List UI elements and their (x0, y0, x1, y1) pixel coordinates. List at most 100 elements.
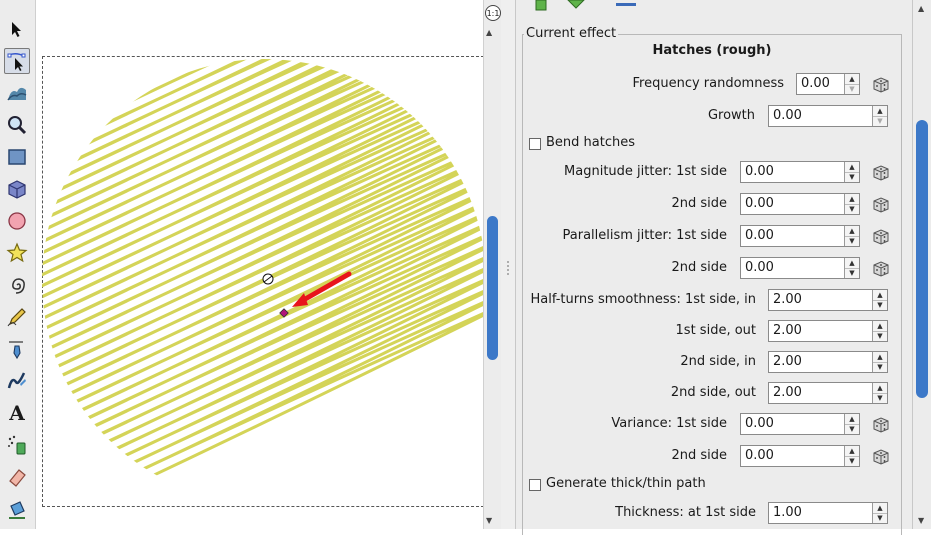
half-turns-2nd-out-value[interactable]: 2.00 (769, 383, 872, 403)
decrement-icon[interactable]: ▼ (873, 392, 887, 404)
paint-bucket-tool[interactable] (4, 496, 30, 522)
text-tool[interactable]: A (4, 400, 30, 426)
decrement-icon[interactable]: ▼ (873, 115, 887, 127)
3d-box-tool[interactable] (4, 176, 30, 202)
selector-tool[interactable] (4, 16, 30, 42)
ellipse-tool[interactable] (4, 208, 30, 234)
panel-vertical-scrollbar[interactable]: ▲ ▼ (912, 0, 931, 529)
growth-spinbutton[interactable]: 0.00 ▲ ▼ (768, 105, 888, 127)
effect-icon[interactable] (535, 0, 547, 11)
generate-thick-thin-checkbox[interactable] (529, 479, 541, 491)
half-turns-1st-out-spinbutton[interactable]: 2.00 ▲ ▼ (768, 320, 888, 342)
parallelism-jitter-1st-spinbutton[interactable]: 0.00 ▲ ▼ (740, 225, 860, 247)
effect-list-icon[interactable] (616, 3, 636, 6)
half-turns-2nd-in-spinbutton[interactable]: 2.00 ▲ ▼ (768, 351, 888, 373)
text-tool-icon: A (9, 401, 25, 425)
increment-icon[interactable]: ▲ (845, 446, 859, 456)
growth-value[interactable]: 0.00 (769, 106, 872, 126)
decrement-icon[interactable]: ▼ (845, 171, 859, 183)
increment-icon[interactable]: ▲ (873, 503, 887, 513)
half-turns-1st-out-value[interactable]: 2.00 (769, 321, 872, 341)
effect-down-icon[interactable] (567, 0, 585, 9)
tweak-tool[interactable] (4, 80, 30, 106)
canvas-vertical-scrollbar[interactable] (483, 0, 502, 529)
variance-2nd-spinbutton[interactable]: 0.00 ▲ ▼ (740, 445, 860, 467)
randomize-dice-icon[interactable] (872, 195, 890, 213)
magnitude-jitter-2nd-value[interactable]: 0.00 (741, 194, 844, 214)
increment-icon[interactable]: ▲ (845, 162, 859, 172)
panel-scroll-down-icon[interactable]: ▼ (918, 516, 924, 525)
decrement-icon[interactable]: ▼ (845, 267, 859, 279)
spiral-tool[interactable] (4, 272, 30, 298)
variance-1st-value[interactable]: 0.00 (741, 414, 844, 434)
decrement-icon[interactable]: ▼ (873, 512, 887, 524)
tweak-tool-icon (7, 87, 27, 101)
bend-hatches-checkbox[interactable] (529, 138, 541, 150)
increment-icon[interactable]: ▲ (873, 321, 887, 331)
decrement-icon[interactable]: ▼ (873, 299, 887, 311)
parallelism-jitter-2nd-spinbutton[interactable]: 0.00 ▲ ▼ (740, 257, 860, 279)
magnitude-jitter-1st-label: Magnitude jitter: 1st side (564, 164, 727, 179)
magnitude-jitter-1st-spinbutton[interactable]: 0.00 ▲ ▼ (740, 161, 860, 183)
decrement-icon[interactable]: ▼ (845, 235, 859, 247)
decrement-icon[interactable]: ▼ (873, 361, 887, 373)
decrement-icon[interactable]: ▼ (845, 203, 859, 215)
increment-icon[interactable]: ▲ (873, 383, 887, 393)
thickness-1st-spinbutton[interactable]: 1.00 ▲ ▼ (768, 502, 888, 524)
increment-icon[interactable]: ▲ (845, 258, 859, 268)
randomize-dice-icon[interactable] (872, 415, 890, 433)
half-turns-1st-in-spinbutton[interactable]: 2.00 ▲ ▼ (768, 289, 888, 311)
magnitude-jitter-1st-value[interactable]: 0.00 (741, 162, 844, 182)
rectangle-tool[interactable] (4, 144, 30, 170)
variance-1st-spinbutton[interactable]: 0.00 ▲ ▼ (740, 413, 860, 435)
panel-splitter[interactable] (501, 0, 515, 529)
node-tool-icon (7, 52, 26, 71)
generate-thick-thin-label[interactable]: Generate thick/thin path (546, 476, 706, 491)
star-tool[interactable] (4, 240, 30, 266)
frequency-randomness-value[interactable]: 0.00 (797, 74, 844, 94)
randomize-dice-icon[interactable] (872, 227, 890, 245)
magnitude-jitter-2nd-spinbutton[interactable]: 0.00 ▲ ▼ (740, 193, 860, 215)
randomize-dice-icon[interactable] (872, 447, 890, 465)
bend-hatches-label[interactable]: Bend hatches (546, 135, 635, 150)
drawing-canvas[interactable] (36, 0, 483, 529)
decrement-icon[interactable]: ▼ (845, 423, 859, 435)
scroll-down-icon[interactable]: ▼ (486, 516, 492, 525)
randomize-dice-icon[interactable] (872, 259, 890, 277)
spray-tool-icon (8, 435, 26, 455)
eraser-tool[interactable] (4, 464, 30, 490)
half-turns-2nd-out-spinbutton[interactable]: 2.00 ▲ ▼ (768, 382, 888, 404)
eraser-tool-icon (9, 469, 26, 487)
panel-scroll-thumb[interactable] (916, 120, 928, 398)
increment-icon[interactable]: ▲ (845, 414, 859, 424)
frequency-randomness-spinbutton[interactable]: 0.00 ▲ ▼ (796, 73, 860, 95)
canvas-scroll-thumb[interactable] (487, 216, 498, 360)
increment-icon[interactable]: ▲ (873, 106, 887, 116)
panel-scroll-up-icon[interactable]: ▲ (918, 4, 924, 13)
half-turns-1st-in-value[interactable]: 2.00 (769, 290, 872, 310)
decrement-icon[interactable]: ▼ (845, 455, 859, 467)
zoom-tool[interactable] (4, 112, 30, 138)
increment-icon[interactable]: ▲ (845, 194, 859, 204)
spray-tool[interactable] (4, 432, 30, 458)
increment-icon[interactable]: ▲ (845, 226, 859, 236)
scroll-up-icon[interactable]: ▲ (486, 28, 492, 37)
parallelism-jitter-2nd-value[interactable]: 0.00 (741, 258, 844, 278)
thickness-1st-value[interactable]: 1.00 (769, 503, 872, 523)
randomize-dice-icon[interactable] (872, 75, 890, 93)
increment-icon[interactable]: ▲ (873, 290, 887, 300)
zoom-1-1-button[interactable]: 1:1 (485, 5, 501, 21)
calligraphy-tool[interactable] (4, 368, 30, 394)
increment-icon[interactable]: ▲ (873, 352, 887, 362)
pen-tool[interactable] (4, 336, 30, 362)
pencil-tool[interactable] (4, 304, 30, 330)
increment-icon[interactable]: ▲ (845, 74, 859, 84)
decrement-icon[interactable]: ▼ (873, 330, 887, 342)
parallelism-jitter-1st-value[interactable]: 0.00 (741, 226, 844, 246)
variance-2nd-value[interactable]: 0.00 (741, 446, 844, 466)
decrement-icon[interactable]: ▼ (845, 83, 859, 95)
half-turns-2nd-in-label: 2nd side, in (680, 354, 756, 369)
node-tool[interactable] (4, 48, 30, 74)
half-turns-2nd-in-value[interactable]: 2.00 (769, 352, 872, 372)
randomize-dice-icon[interactable] (872, 163, 890, 181)
